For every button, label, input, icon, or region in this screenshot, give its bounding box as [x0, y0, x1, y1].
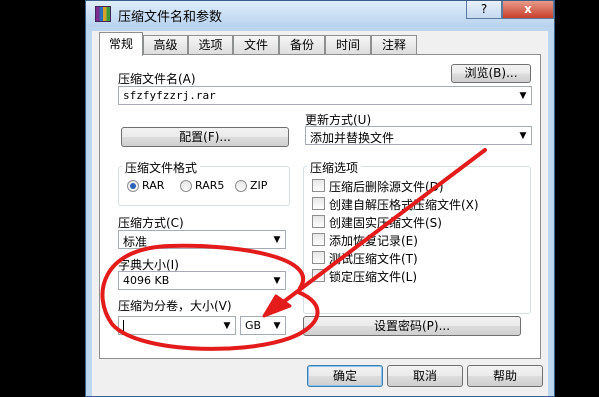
- help-caption-button[interactable]: ?: [466, 1, 502, 19]
- method-label: 压缩方式(C): [118, 216, 184, 230]
- set-password-button[interactable]: 设置密码(P)...: [303, 316, 521, 336]
- chevron-down-icon[interactable]: ▼: [269, 272, 285, 289]
- help-button[interactable]: 帮助: [467, 365, 543, 387]
- tab-time[interactable]: 时间: [325, 35, 371, 55]
- ok-button[interactable]: 确定: [307, 365, 383, 387]
- archive-dialog-window: 压缩文件名和参数 ? x 常规 高级 选项 文件 备份 时间 注释 压缩文件名(…: [85, 0, 555, 397]
- winrar-app-icon: [95, 6, 111, 22]
- method-select[interactable]: 标准 ▼: [118, 230, 286, 249]
- format-zip-radio[interactable]: [235, 180, 247, 192]
- dictionary-select[interactable]: 4096 KB ▼: [118, 271, 286, 290]
- profile-button[interactable]: 配置(F)...: [121, 127, 289, 147]
- chevron-down-icon[interactable]: ▼: [219, 317, 235, 334]
- text-cursor: [123, 320, 124, 332]
- title-bar[interactable]: 压缩文件名和参数 ? x: [86, 1, 554, 27]
- format-zip-label: ZIP: [250, 179, 268, 192]
- format-rar-label: RAR: [142, 179, 165, 192]
- format-rar-radio[interactable]: [127, 180, 139, 192]
- volume-unit-value: GB: [245, 319, 262, 332]
- dialog-client-area: 常规 高级 选项 文件 备份 时间 注释 压缩文件名(A) 浏览(B)... s…: [92, 31, 548, 396]
- volume-unit-select[interactable]: GB ▼: [240, 316, 286, 335]
- recovery-record-label: 添加恢复记录(E): [329, 234, 418, 248]
- dictionary-value: 4096 KB: [123, 274, 170, 287]
- method-value: 标准: [123, 235, 148, 249]
- tab-comment[interactable]: 注释: [371, 35, 417, 55]
- create-solid-checkbox[interactable]: [312, 215, 325, 228]
- update-mode-select[interactable]: 添加并替换文件 ▼: [305, 126, 532, 145]
- tab-advanced[interactable]: 高级: [143, 35, 188, 55]
- browse-button[interactable]: 浏览(B)...: [451, 64, 531, 83]
- create-solid-label: 创建固实压缩文件(S): [329, 216, 442, 230]
- window-title: 压缩文件名和参数: [118, 10, 223, 25]
- delete-after-checkbox[interactable]: [312, 179, 325, 192]
- archive-name-value: sfzfyfzzrj.rar: [123, 89, 216, 102]
- test-files-checkbox[interactable]: [312, 251, 325, 264]
- archive-name-combo[interactable]: sfzfyfzzrj.rar ▼: [118, 86, 532, 105]
- create-sfx-checkbox[interactable]: [312, 197, 325, 210]
- lock-archive-label: 锁定压缩文件(L): [329, 270, 418, 284]
- archive-name-label: 压缩文件名(A): [118, 72, 196, 86]
- cancel-button[interactable]: 取消: [387, 365, 463, 387]
- recovery-record-checkbox[interactable]: [312, 233, 325, 246]
- tab-files[interactable]: 文件: [233, 35, 279, 55]
- chevron-down-icon[interactable]: ▼: [269, 231, 285, 248]
- chevron-down-icon[interactable]: ▼: [515, 127, 531, 144]
- test-files-label: 测试压缩文件(T): [329, 252, 418, 266]
- chevron-down-icon[interactable]: ▼: [269, 317, 285, 334]
- volume-size-input[interactable]: ▼: [118, 316, 236, 335]
- archive-options-title: 压缩选项: [307, 159, 362, 176]
- create-sfx-label: 创建自解压格式压缩文件(X): [329, 198, 479, 212]
- format-rar5-label: RAR5: [195, 179, 225, 192]
- chevron-down-icon[interactable]: ▼: [515, 87, 531, 104]
- close-caption-button[interactable]: x: [502, 1, 554, 19]
- archive-format-title: 压缩文件格式: [122, 159, 201, 176]
- format-rar5-radio[interactable]: [180, 180, 192, 192]
- volume-label: 压缩为分卷，大小(V): [118, 299, 232, 313]
- delete-after-label: 压缩后删除源文件(D): [329, 180, 444, 194]
- update-mode-value: 添加并替换文件: [310, 131, 395, 145]
- tab-options[interactable]: 选项: [188, 35, 233, 55]
- tab-general[interactable]: 常规: [99, 32, 143, 56]
- general-tab-panel: 压缩文件名(A) 浏览(B)... sfzfyfzzrj.rar ▼ 配置(F)…: [99, 54, 541, 359]
- lock-archive-checkbox[interactable]: [312, 269, 325, 282]
- tab-backup[interactable]: 备份: [279, 35, 325, 55]
